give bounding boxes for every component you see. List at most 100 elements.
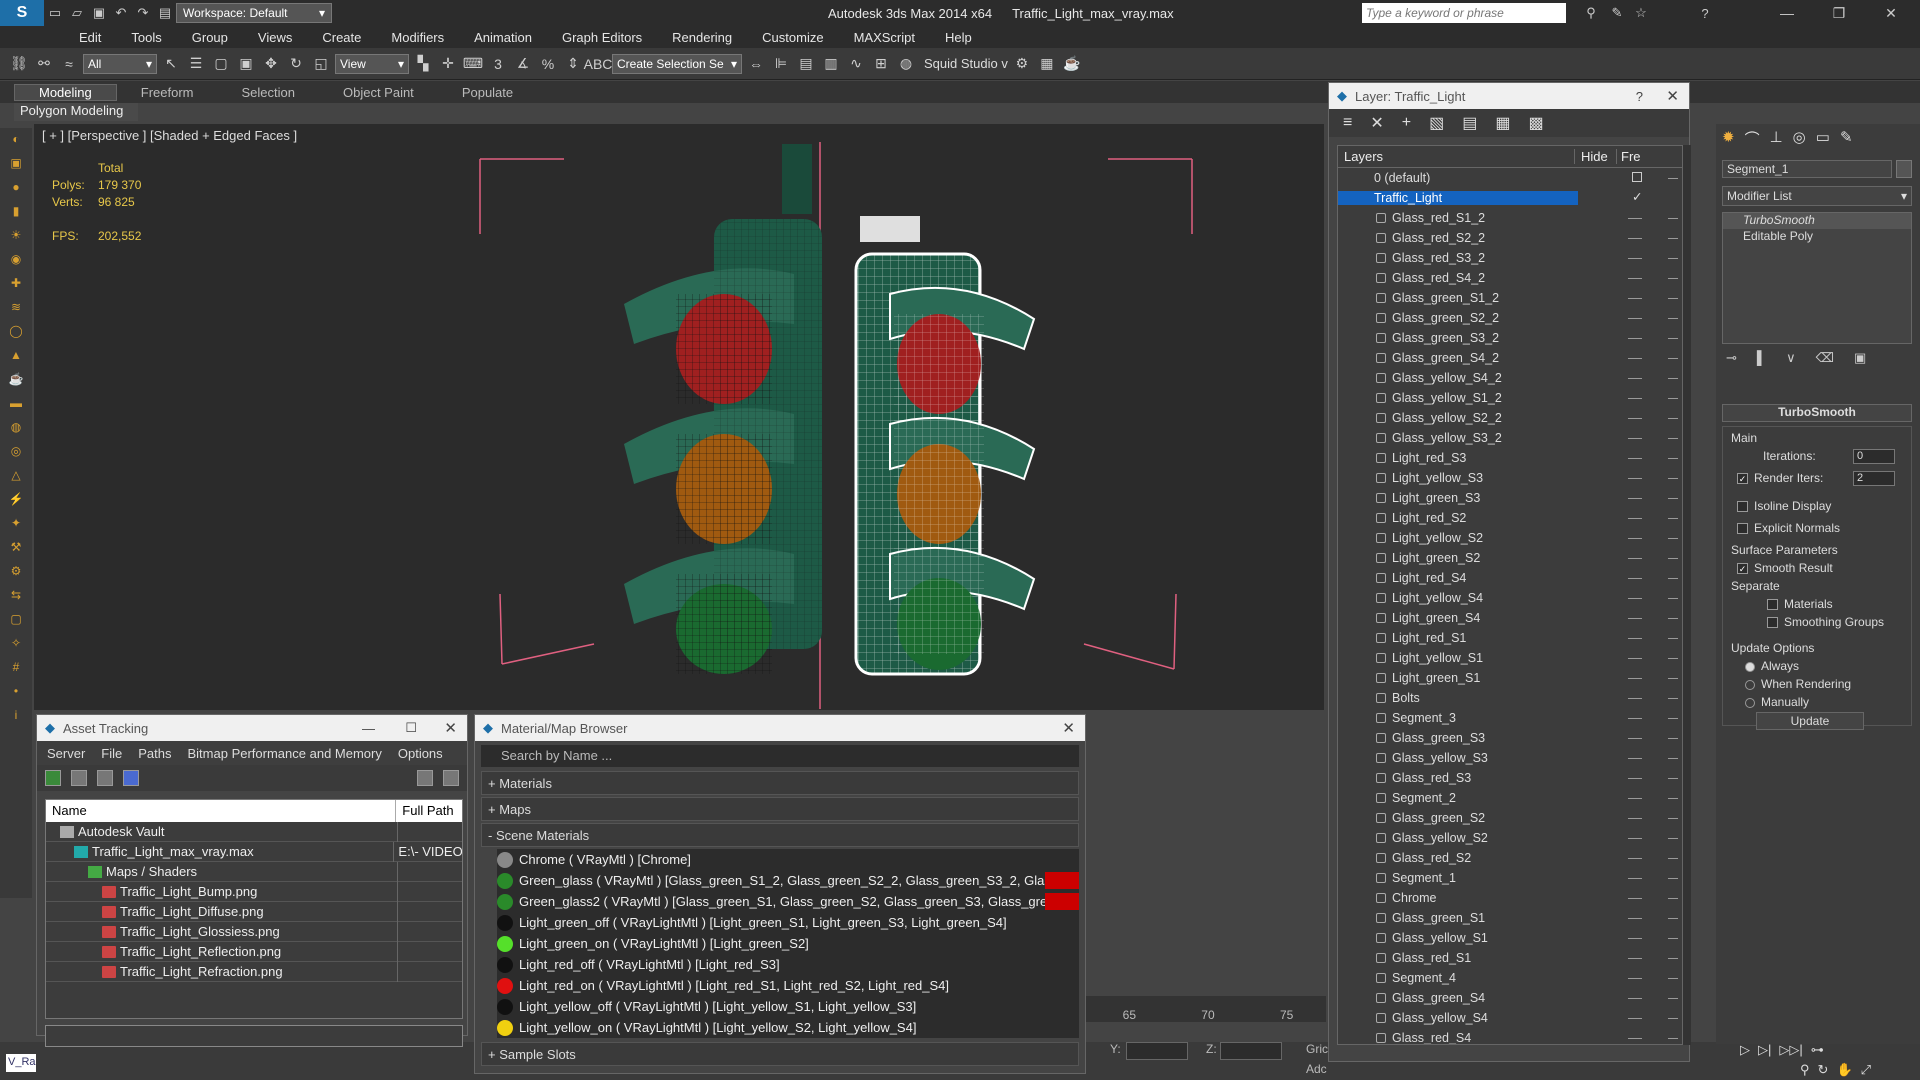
menu-help[interactable]: Help (930, 30, 987, 45)
hide-toggle[interactable] (1628, 818, 1642, 819)
layer-object-row[interactable]: Glass_yellow_S4 (1338, 1008, 1682, 1028)
hide-toggle[interactable] (1628, 278, 1642, 279)
menu-edit[interactable]: Edit (64, 30, 116, 45)
freeze-toggle[interactable] (1668, 1038, 1678, 1039)
asset-tracking-titlebar[interactable]: ◆ Asset Tracking — ☐ ✕ (37, 715, 467, 741)
layer-object-row[interactable]: Light_red_S1 (1338, 628, 1682, 648)
freeze-toggle[interactable] (1668, 618, 1678, 619)
explicit-normals-checkbox[interactable] (1737, 523, 1748, 535)
select-object-icon[interactable]: ↖ (160, 53, 182, 75)
pan-icon[interactable]: ✋ (1836, 1062, 1852, 1078)
close-icon[interactable]: ✕ (1062, 719, 1075, 737)
turbosmooth-rollout[interactable]: TurboSmooth (1722, 404, 1912, 422)
freeze-toggle[interactable] (1668, 498, 1678, 499)
freeze-toggle[interactable] (1668, 738, 1678, 739)
asset-row[interactable]: Traffic_Light_max_vray.max E:\- VIDEO (46, 841, 462, 862)
refresh-icon[interactable] (45, 770, 61, 786)
active-layer-checkbox[interactable] (1632, 172, 1642, 182)
sample-slots-section[interactable]: + Sample Slots (481, 1042, 1079, 1066)
select-manipulate-icon[interactable]: ✛ (437, 53, 459, 75)
perspective-viewport[interactable]: [ + ] [Perspective ] [Shaded + Edged Fac… (34, 124, 1324, 710)
camera-icon[interactable]: ◉ (5, 252, 27, 272)
layer-object-row[interactable]: Glass_green_S1 (1338, 908, 1682, 928)
asset-row[interactable]: Traffic_Light_Diffuse.png (46, 901, 462, 922)
spinner-snap-icon[interactable]: ⇕ (562, 53, 584, 75)
layer-object-row[interactable]: Glass_red_S4_2 (1338, 268, 1682, 288)
hide-toggle[interactable] (1628, 718, 1642, 719)
layer-row-traffic-light[interactable]: Traffic_Light ✓ (1338, 188, 1682, 208)
hide-toggle[interactable] (1628, 838, 1642, 839)
asset-row[interactable]: Traffic_Light_Bump.png (46, 881, 462, 902)
hide-toggle[interactable] (1628, 518, 1642, 519)
torus-icon[interactable]: ◯ (5, 324, 27, 344)
asset-row[interactable]: Traffic_Light_Refraction.png (46, 961, 462, 982)
delete-layer-icon[interactable]: ✕ (1370, 113, 1383, 133)
render-iters-checkbox[interactable]: ✓ (1737, 473, 1748, 485)
stack-item-editable-poly[interactable]: Editable Poly (1723, 229, 1911, 245)
layer-object-row[interactable]: Glass_green_S4_2 (1338, 348, 1682, 368)
layer-object-row[interactable]: Segment_1 (1338, 868, 1682, 888)
hide-toggle[interactable] (1628, 458, 1642, 459)
menu-tools[interactable]: Tools (116, 30, 176, 45)
layer-object-row[interactable]: Light_yellow_S3 (1338, 468, 1682, 488)
help-search-input[interactable]: Type a keyword or phrase (1362, 3, 1566, 23)
new-file-icon[interactable]: ▭ (44, 3, 66, 23)
freeze-toggle[interactable] (1668, 418, 1678, 419)
maximize-icon[interactable]: ☐ (405, 720, 417, 736)
freeze-toggle[interactable] (1668, 778, 1678, 779)
freeze-toggle[interactable] (1668, 458, 1678, 459)
help-icon[interactable]: ? (1636, 89, 1643, 104)
y-coord-input[interactable] (1126, 1042, 1188, 1060)
scene-material-row[interactable]: Light_green_on ( VRayLightMtl ) [Light_g… (497, 933, 1079, 954)
spacewarp-icon[interactable]: ≋ (5, 300, 27, 320)
configure-modifiers-icon[interactable]: ▣ (1854, 350, 1866, 366)
hide-toggle[interactable] (1628, 578, 1642, 579)
hide-toggle[interactable] (1628, 1018, 1642, 1019)
select-in-layer-icon[interactable]: ▧ (1429, 113, 1444, 133)
column-full-path[interactable]: Full Path (396, 800, 462, 822)
layer-object-row[interactable]: Glass_red_S2_2 (1338, 228, 1682, 248)
menu-maxscript[interactable]: MAXScript (839, 30, 930, 45)
layer-object-row[interactable]: Segment_3 (1338, 708, 1682, 728)
hide-all-icon[interactable]: ▦ (1495, 113, 1510, 133)
column-freeze[interactable]: Fre (1616, 149, 1641, 164)
restore-button[interactable]: ❐ (1816, 0, 1862, 26)
asset-menu-paths[interactable]: Paths (138, 746, 171, 761)
scene-material-row[interactable]: Green_glass2 ( VRayMtl ) [Glass_green_S1… (497, 891, 1079, 912)
geosphere-icon[interactable]: ◍ (5, 420, 27, 440)
thumbnail-view-icon[interactable] (97, 770, 113, 786)
asset-menu-bitmap-performance-and-memory[interactable]: Bitmap Performance and Memory (188, 746, 382, 761)
layer-explorer-titlebar[interactable]: ◆ Layer: Traffic_Light ? ✕ (1329, 83, 1689, 109)
freeze-toggle[interactable] (1668, 918, 1678, 919)
point-icon[interactable]: • (5, 684, 27, 704)
material-search-input[interactable]: Search by Name ... (481, 745, 1079, 767)
layer-object-row[interactable]: Light_red_S4 (1338, 568, 1682, 588)
layer-object-row[interactable]: Glass_yellow_S3 (1338, 748, 1682, 768)
material-browser-titlebar[interactable]: ◆ Material/Map Browser ✕ (475, 715, 1085, 741)
minimize-icon[interactable]: — (362, 721, 375, 736)
column-hide[interactable]: Hide (1574, 149, 1616, 164)
freeze-toggle[interactable] (1668, 598, 1678, 599)
layer-object-row[interactable]: Glass_red_S3 (1338, 768, 1682, 788)
hide-toggle[interactable] (1628, 738, 1642, 739)
help-icon[interactable]: ? (1694, 3, 1716, 23)
hide-toggle[interactable] (1628, 978, 1642, 979)
ribbon-tab-selection[interactable]: Selection (218, 85, 319, 100)
object-name-field[interactable]: Segment_1 (1722, 160, 1892, 178)
hide-toggle[interactable] (1628, 318, 1642, 319)
materials-section[interactable]: + Materials (481, 771, 1079, 795)
ribbon-tab-object-paint[interactable]: Object Paint (319, 85, 438, 100)
hide-toggle[interactable] (1628, 598, 1642, 599)
layer-object-row[interactable]: Light_red_S2 (1338, 508, 1682, 528)
freeze-all-icon[interactable]: ▩ (1528, 113, 1543, 133)
hide-toggle[interactable] (1628, 678, 1642, 679)
asset-row[interactable]: Autodesk Vault (46, 821, 462, 842)
column-layers[interactable]: Layers (1338, 149, 1574, 164)
scene-material-row[interactable]: Light_yellow_on ( VRayLightMtl ) [Light_… (497, 1017, 1079, 1038)
layer-scrollbar[interactable] (1683, 145, 1691, 1045)
freeze-toggle[interactable] (1668, 658, 1678, 659)
smoothing-groups-checkbox[interactable] (1767, 617, 1778, 629)
hide-toggle[interactable] (1628, 438, 1642, 439)
rendered-frame-icon[interactable]: ▦ (1036, 53, 1058, 75)
redo-icon[interactable]: ↷ (132, 3, 154, 23)
